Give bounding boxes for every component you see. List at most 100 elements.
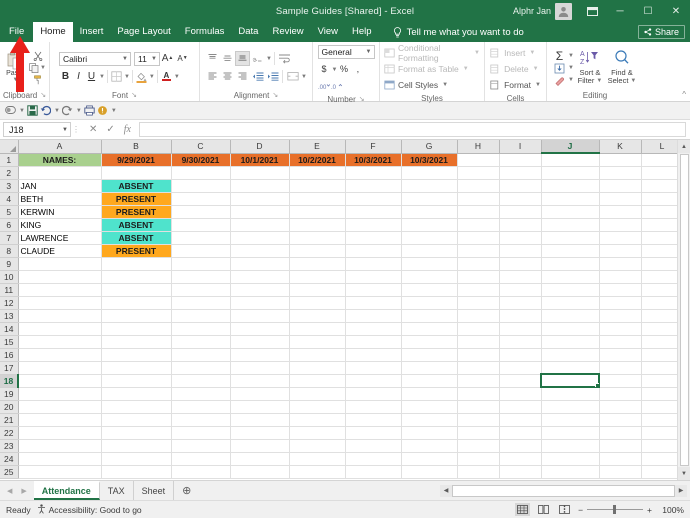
cell-g21[interactable]: [401, 413, 458, 427]
increase-indent-icon[interactable]: [265, 69, 280, 84]
cell-b9[interactable]: [101, 257, 172, 271]
orientation-chevron-down-icon[interactable]: ▼: [266, 56, 272, 62]
cell-h7[interactable]: [457, 231, 500, 245]
zoom-slider[interactable]: − +: [578, 505, 652, 515]
column-header-h[interactable]: H: [457, 140, 500, 154]
cell-a17[interactable]: [18, 361, 102, 375]
cell-h12[interactable]: [457, 296, 500, 310]
cell-c2[interactable]: [171, 166, 231, 180]
cell-c20[interactable]: [171, 400, 231, 414]
conditional-formatting-button[interactable]: Conditional Formatting ▼: [384, 43, 480, 63]
tab-home[interactable]: Home: [33, 22, 74, 43]
cell-a7[interactable]: LAWRENCE: [18, 231, 102, 245]
row-header-2[interactable]: 2: [0, 166, 19, 180]
cell-g19[interactable]: [401, 387, 458, 401]
cell-c25[interactable]: [171, 465, 231, 479]
cell-e3[interactable]: [289, 179, 346, 193]
cell-f3[interactable]: [345, 179, 402, 193]
scroll-up-arrow-icon[interactable]: ▲: [677, 140, 690, 153]
autosum-button[interactable]: Σ ▼: [552, 50, 574, 62]
cell-c21[interactable]: [171, 413, 231, 427]
row-header-25[interactable]: 25: [0, 465, 19, 479]
tab-insert[interactable]: Insert: [73, 22, 111, 42]
row-header-4[interactable]: 4: [0, 192, 19, 206]
cell-g11[interactable]: [401, 283, 458, 297]
cell-a2[interactable]: [18, 166, 102, 180]
row-header-5[interactable]: 5: [0, 205, 19, 219]
cell-c23[interactable]: [171, 439, 231, 453]
scroll-down-arrow-icon[interactable]: ▼: [677, 467, 690, 480]
cell-d19[interactable]: [230, 387, 290, 401]
cell-k20[interactable]: [599, 400, 642, 414]
cell-i7[interactable]: [499, 231, 542, 245]
cell-g16[interactable]: [401, 348, 458, 362]
cell-d4[interactable]: [230, 192, 290, 206]
row-header-24[interactable]: 24: [0, 452, 19, 466]
tab-formulas[interactable]: Formulas: [178, 22, 232, 42]
cell-a4[interactable]: BETH: [18, 192, 102, 206]
cell-e1[interactable]: 10/2/2021: [289, 153, 346, 167]
cell-i22[interactable]: [499, 426, 542, 440]
cell-g25[interactable]: [401, 465, 458, 479]
column-header-k[interactable]: K: [599, 140, 642, 154]
cell-h25[interactable]: [457, 465, 500, 479]
align-middle-icon[interactable]: [220, 51, 235, 66]
sheet-tab-tax[interactable]: TAX: [100, 481, 134, 500]
print-preview-icon[interactable]: [84, 105, 95, 116]
page-break-view-icon[interactable]: [557, 503, 572, 516]
cell-h8[interactable]: [457, 244, 500, 258]
cell-j1[interactable]: [541, 153, 600, 167]
cell-j5[interactable]: [541, 205, 600, 219]
sheet-tab-attendance[interactable]: Attendance: [33, 481, 100, 500]
cell-f10[interactable]: [345, 270, 402, 284]
column-header-d[interactable]: D: [230, 140, 290, 154]
cell-b14[interactable]: [101, 322, 172, 336]
cell-i12[interactable]: [499, 296, 542, 310]
cell-f24[interactable]: [345, 452, 402, 466]
cell-b12[interactable]: [101, 296, 172, 310]
cell-k17[interactable]: [599, 361, 642, 375]
cell-c12[interactable]: [171, 296, 231, 310]
cell-d25[interactable]: [230, 465, 290, 479]
decrease-font-size-button[interactable]: A ▼: [175, 51, 190, 66]
cell-e13[interactable]: [289, 309, 346, 323]
cell-d1[interactable]: 10/1/2021: [230, 153, 290, 167]
cell-e23[interactable]: [289, 439, 346, 453]
row-header-16[interactable]: 16: [0, 348, 19, 362]
cell-f21[interactable]: [345, 413, 402, 427]
cell-a11[interactable]: [18, 283, 102, 297]
cell-d8[interactable]: [230, 244, 290, 258]
cell-a12[interactable]: [18, 296, 102, 310]
cell-g20[interactable]: [401, 400, 458, 414]
cell-i19[interactable]: [499, 387, 542, 401]
cell-b13[interactable]: [101, 309, 172, 323]
maximize-button[interactable]: ☐: [634, 0, 662, 22]
cell-k9[interactable]: [599, 257, 642, 271]
cell-c8[interactable]: [171, 244, 231, 258]
merge-and-center-icon[interactable]: [285, 69, 300, 84]
cell-f12[interactable]: [345, 296, 402, 310]
cell-j20[interactable]: [541, 400, 600, 414]
increase-decimal-icon[interactable]: .00: [318, 79, 331, 94]
cell-j11[interactable]: [541, 283, 600, 297]
cell-b11[interactable]: [101, 283, 172, 297]
align-bottom-icon[interactable]: [235, 51, 251, 66]
row-header-9[interactable]: 9: [0, 257, 19, 271]
cell-i13[interactable]: [499, 309, 542, 323]
cell-c3[interactable]: [171, 179, 231, 193]
cell-d12[interactable]: [230, 296, 290, 310]
cell-g17[interactable]: [401, 361, 458, 375]
cell-k13[interactable]: [599, 309, 642, 323]
cell-d15[interactable]: [230, 335, 290, 349]
alignment-dialog-launcher[interactable]: ↘: [272, 90, 278, 101]
cell-f23[interactable]: [345, 439, 402, 453]
increase-font-size-button[interactable]: A ▲: [160, 51, 175, 66]
row-header-18[interactable]: 18: [0, 374, 19, 388]
cell-i21[interactable]: [499, 413, 542, 427]
tab-help[interactable]: Help: [345, 22, 379, 42]
cell-b25[interactable]: [101, 465, 172, 479]
cell-c16[interactable]: [171, 348, 231, 362]
cell-j14[interactable]: [541, 322, 600, 336]
sort-and-filter-button[interactable]: AZ Sort & Filter ▼: [574, 49, 606, 86]
orientation-icon[interactable]: a: [250, 51, 265, 66]
